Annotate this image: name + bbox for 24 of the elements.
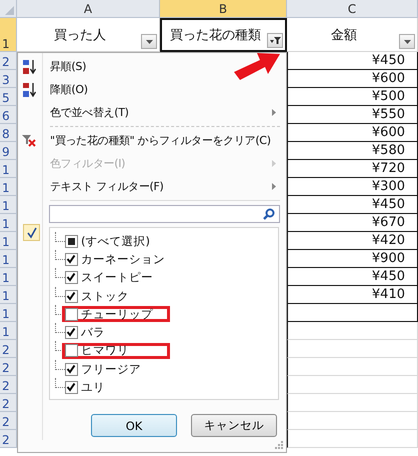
column-header[interactable]: C [287,0,418,18]
filter-value-item[interactable]: フリージア [62,361,170,378]
menu-item[interactable]: 降順(O) [18,78,286,101]
filter-value-item[interactable]: ストック [62,288,170,304]
menu-item[interactable]: 色で並べ替え(T) [18,101,286,124]
dialog-button[interactable]: OK [91,414,177,437]
table-cell: ¥450 [287,52,418,70]
column-header[interactable]: A [17,0,160,18]
dialog-button[interactable]: キャンセル [191,414,277,437]
menu-item[interactable]: "買った花の種類" からフィルターをクリア(C) [18,129,286,152]
filter-value-item[interactable]: バラ [62,324,170,341]
filter-value-item[interactable]: カーネーション [62,251,170,268]
menu-item[interactable]: テキスト フィルター(F) [18,175,286,198]
table-header-cell-text: 買った花の種類 [170,27,261,44]
row-header[interactable]: 1 [0,18,17,52]
filter-value-item[interactable]: スイートピー [62,270,170,286]
filter-value-item[interactable]: ヒマワリ [62,342,170,359]
table-header-cell-text: 金額 [331,26,357,44]
filter-value-item[interactable]: ユリ [62,380,170,396]
filter-value-item[interactable]: チューリップ [62,306,170,322]
table-header-cell-text: 買った人 [54,26,106,44]
filter-value-item[interactable]: (すべて選択) [62,233,170,250]
menu-item[interactable]: 昇順(S) [18,55,286,78]
column-header[interactable]: B [160,0,287,18]
